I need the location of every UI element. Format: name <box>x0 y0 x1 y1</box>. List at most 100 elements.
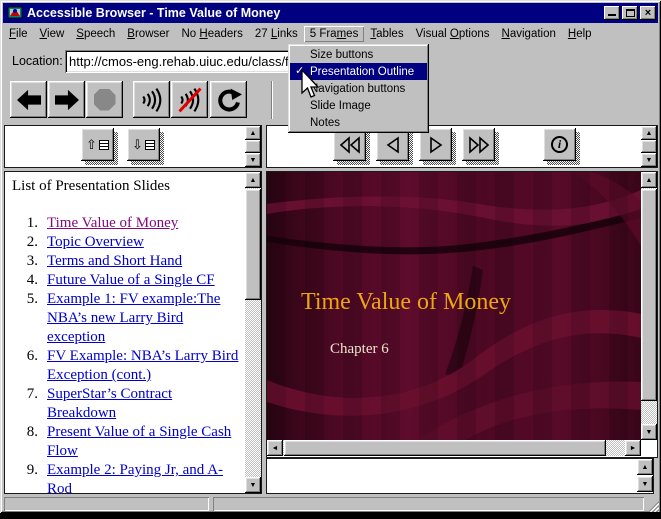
up-arrow-icon: ▲ <box>250 177 257 184</box>
menu-27-links[interactable]: 27 Links <box>249 26 304 42</box>
scrollbar-thumb[interactable] <box>641 140 657 153</box>
scroll-up-button[interactable]: ▲ <box>245 172 261 188</box>
speak-button[interactable] <box>133 81 170 118</box>
scroll-right-button[interactable]: ► <box>625 440 641 456</box>
scroll-down-button[interactable]: ▼ <box>245 153 261 167</box>
list-item: 3.Terms and Short Hand <box>7 252 243 271</box>
slide-horizontal-scrollbar[interactable]: ◄ ► <box>267 440 641 456</box>
menu-5-frames[interactable]: 5 Frames <box>304 26 365 42</box>
notes-pane: ▲ ▼ <box>266 458 654 494</box>
status-panel-right <box>213 497 644 511</box>
first-slide-button[interactable] <box>333 128 371 166</box>
maximize-button[interactable] <box>622 6 638 20</box>
status-panel-left <box>4 497 209 511</box>
close-icon: × <box>645 8 651 19</box>
slide-nav-scrollbar[interactable]: ▲ ▼ <box>641 126 657 167</box>
expand-outline-button[interactable]: ⇩ <box>127 128 165 166</box>
scroll-up-button[interactable]: ▲ <box>245 126 261 140</box>
previous-slide-button[interactable] <box>376 128 414 166</box>
stop-button[interactable] <box>86 81 123 118</box>
slide-link-3[interactable]: Terms and Short Hand <box>47 252 243 271</box>
mouse-cursor <box>301 69 323 101</box>
scroll-up-button[interactable]: ▲ <box>641 126 657 140</box>
down-arrow-icon: ▼ <box>250 157 257 164</box>
title-bar: Accessible Browser - Time Value of Money… <box>3 3 658 23</box>
scroll-down-button[interactable]: ▼ <box>637 476 653 492</box>
slide-vertical-scrollbar[interactable]: ▲ ▼ <box>641 172 657 440</box>
resize-grip[interactable] <box>646 499 659 512</box>
slide-link-1[interactable]: Time Value of Money <box>47 214 243 233</box>
close-button[interactable]: × <box>640 6 656 20</box>
up-arrow-page-icon: ⇧ <box>86 138 109 151</box>
info-icon: i <box>551 136 568 153</box>
outline-buttons-scrollbar[interactable]: ▲ ▼ <box>245 126 261 167</box>
scroll-down-button[interactable]: ▼ <box>641 424 657 440</box>
forward-button[interactable] <box>48 81 85 118</box>
scroll-down-button[interactable]: ▼ <box>245 477 261 493</box>
list-item: 7.SuperStar’s Contract Breakdown <box>7 385 243 423</box>
left-arrow-icon <box>386 136 400 154</box>
scrollbar-thumb[interactable] <box>245 189 261 300</box>
menu-speech[interactable]: Speech <box>70 26 121 42</box>
slide-link-7[interactable]: SuperStar’s Contract Breakdown <box>47 385 243 423</box>
collapse-outline-button[interactable]: ⇧ <box>81 128 119 166</box>
slide-link-2[interactable]: Topic Overview <box>47 233 243 252</box>
slide-title: Time Value of Money <box>301 289 511 315</box>
double-right-arrow-icon <box>469 136 489 154</box>
outline-buttons-pane: ⇧ ⇩ ▲ ▼ <box>4 125 262 168</box>
speech-waves-icon <box>138 85 166 115</box>
list-item: 4.Future Value of a Single CF <box>7 271 243 290</box>
slide-image-pane: Time Value of Money Chapter 6 ▲ ▼ ◄ ► <box>266 171 658 458</box>
scroll-left-button[interactable]: ◄ <box>267 440 283 456</box>
mute-button[interactable] <box>171 81 208 118</box>
menu-visual-options[interactable]: Visual Options <box>410 26 496 42</box>
stop-octagon-icon <box>94 89 116 111</box>
speech-muted-icon <box>176 85 204 115</box>
menu-bar: File View Speech Browser No Headers 27 L… <box>3 24 658 43</box>
back-button[interactable] <box>10 81 47 118</box>
minimize-icon <box>608 9 616 16</box>
slide-link-6[interactable]: FV Example: NBA’s Larry Bird Exception (… <box>47 347 243 385</box>
menu-browser[interactable]: Browser <box>121 26 175 42</box>
scroll-down-button[interactable]: ▼ <box>641 153 657 167</box>
slide-link-4[interactable]: Future Value of a Single CF <box>47 271 243 290</box>
slide-link-8[interactable]: Present Value of a Single Cash Flow <box>47 423 243 461</box>
reload-button[interactable] <box>210 81 247 118</box>
menu-item-size-buttons[interactable]: Size buttons <box>290 46 427 63</box>
next-slide-button[interactable] <box>419 128 457 166</box>
up-arrow-icon: ▲ <box>646 130 653 137</box>
scrollbar-thumb[interactable] <box>284 440 606 456</box>
slide-info-button[interactable]: i <box>543 128 581 166</box>
scrollbar-thumb[interactable] <box>245 140 261 153</box>
down-arrow-icon: ▼ <box>646 157 653 164</box>
down-arrow-icon: ▼ <box>646 429 653 436</box>
notes-scrollbar[interactable]: ▲ ▼ <box>637 459 653 493</box>
scrollbar-thumb[interactable] <box>641 189 657 401</box>
slide-link-9[interactable]: Example 2: Paying Jr, and A-Rod <box>47 461 243 494</box>
slide-link-5[interactable]: Example 1: FV example:The NBA’s new Larr… <box>47 290 243 347</box>
location-label: Location: <box>12 54 63 68</box>
menu-help[interactable]: Help <box>562 26 598 42</box>
scroll-up-button[interactable]: ▲ <box>641 172 657 188</box>
up-arrow-icon: ▲ <box>646 177 653 184</box>
menu-no-headers[interactable]: No Headers <box>175 26 248 42</box>
scroll-up-button[interactable]: ▲ <box>637 459 653 475</box>
menu-tables[interactable]: Tables <box>364 26 409 42</box>
toolbar-separator <box>271 81 273 119</box>
list-item: 8.Present Value of a Single Cash Flow <box>7 423 243 461</box>
slide-image: Time Value of Money Chapter 6 <box>267 172 641 440</box>
menu-view[interactable]: View <box>34 26 71 42</box>
list-item: 1.Time Value of Money <box>7 214 243 233</box>
menu-navigation[interactable]: Navigation <box>496 26 562 42</box>
up-arrow-icon: ▲ <box>250 130 257 137</box>
down-arrow-list-icon: ⇩ <box>132 138 155 151</box>
outline-scrollbar[interactable]: ▲ ▼ <box>245 172 261 493</box>
app-icon <box>7 5 23 21</box>
last-slide-button[interactable] <box>462 128 500 166</box>
window-title: Accessible Browser - Time Value of Money <box>27 6 602 20</box>
double-left-arrow-icon <box>340 136 360 154</box>
down-arrow-icon: ▼ <box>250 482 257 489</box>
menu-file[interactable]: File <box>3 26 34 42</box>
minimize-button[interactable] <box>604 6 620 20</box>
menu-item-notes[interactable]: Notes <box>290 114 427 131</box>
